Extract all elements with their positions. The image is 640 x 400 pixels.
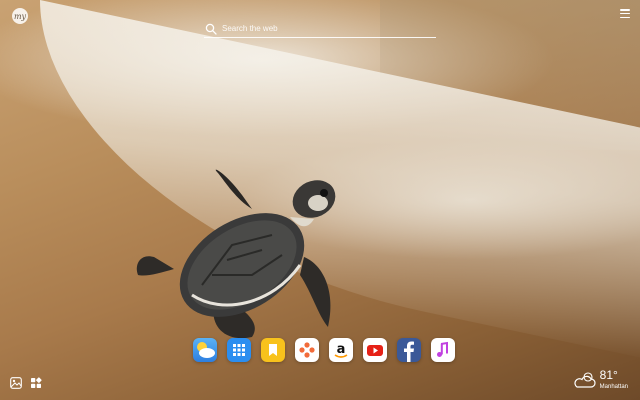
facebook-icon — [404, 341, 414, 362]
weather-location: Manhattan — [599, 384, 628, 390]
weather-app-button[interactable] — [193, 338, 217, 362]
mystart-logo-button[interactable]: my — [12, 8, 28, 24]
games-button[interactable] — [295, 338, 319, 362]
facebook-button[interactable] — [397, 338, 421, 362]
apps-grid-button[interactable] — [227, 338, 251, 362]
weather-sun-cloud-icon — [197, 342, 215, 358]
photo-background-icon[interactable] — [10, 377, 22, 389]
youtube-icon — [367, 345, 383, 356]
search-icon[interactable] — [205, 23, 217, 35]
weather-widget[interactable]: 81° Manhattan — [572, 369, 628, 390]
hamburger-menu-icon[interactable] — [620, 9, 630, 18]
turtle-image — [136, 169, 336, 339]
partly-cloudy-icon — [574, 372, 596, 388]
grid-icon — [233, 344, 245, 356]
amazon-icon: a — [334, 342, 348, 358]
app-dock: a — [193, 338, 455, 362]
bookmark-icon — [269, 344, 277, 356]
youtube-button[interactable] — [363, 338, 387, 362]
search-input[interactable] — [222, 24, 436, 33]
logo-text: my — [13, 11, 27, 21]
widgets-icon[interactable] — [30, 377, 42, 389]
search-bar[interactable] — [204, 20, 436, 38]
game-controller-icon — [299, 342, 315, 358]
amazon-button[interactable]: a — [329, 338, 353, 362]
bookmarks-button[interactable] — [261, 338, 285, 362]
music-note-icon — [437, 341, 448, 357]
svg-text:a: a — [337, 342, 346, 357]
bottom-left-tools — [10, 377, 42, 389]
music-button[interactable] — [431, 338, 455, 362]
weather-temperature: 81° — [599, 368, 618, 382]
